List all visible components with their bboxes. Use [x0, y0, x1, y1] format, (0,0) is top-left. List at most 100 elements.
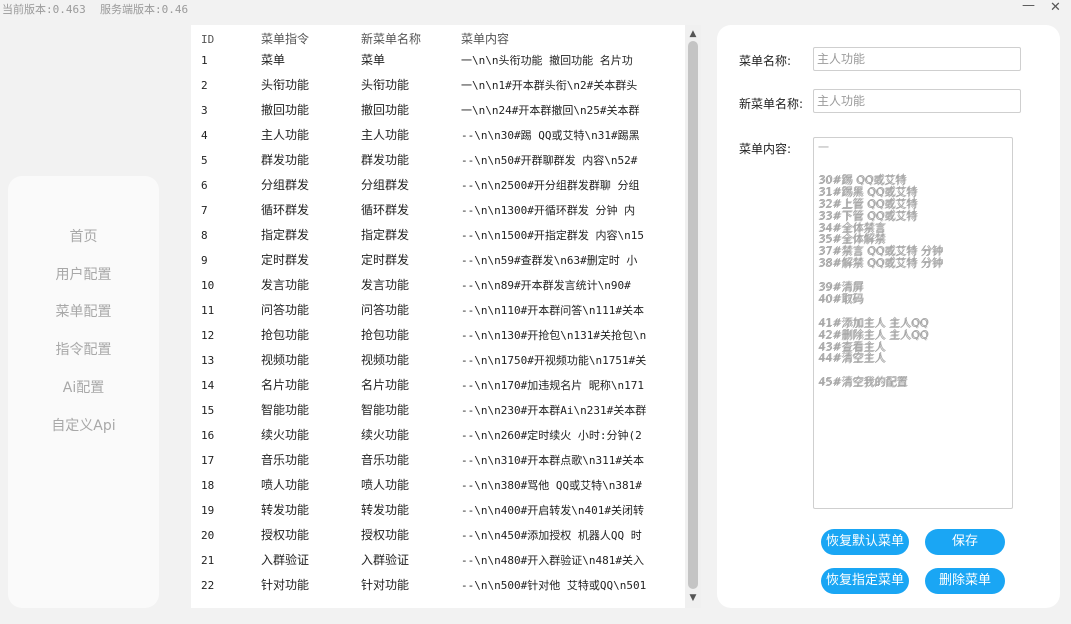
table-row[interactable]: 21 入群验证 入群验证 --\n\n480#开入群验证\n481#关入: [191, 548, 683, 573]
cell-command: 菜单: [261, 53, 286, 67]
cell-command: 群发功能: [261, 153, 310, 167]
table-row[interactable]: 6 分组群发 分组群发 --\n\n2500#开分组群发群聊 分组: [191, 173, 683, 198]
cell-command: 针对功能: [261, 578, 310, 592]
table-row[interactable]: 16 续火功能 续火功能 --\n\n260#定时续火 小时:分钟(2: [191, 423, 683, 448]
cell-id: 16: [201, 429, 215, 442]
table-row[interactable]: 10 发言功能 发言功能 --\n\n89#开本群发言统计\n90#: [191, 273, 683, 298]
client-version: 当前版本:0.463: [2, 3, 86, 16]
cell-new-name: 续火功能: [361, 428, 410, 442]
cell-content: --\n\n50#开群聊群发 内容\n52#: [461, 154, 638, 167]
table-row[interactable]: 13 视频功能 视频功能 --\n\n1750#开视频功能\n1751#关: [191, 348, 683, 373]
cell-id: 4: [201, 129, 208, 142]
cell-id: 13: [201, 354, 215, 367]
cell-command: 转发功能: [261, 503, 310, 517]
cell-content: --\n\n230#开本群Ai\n231#关本群: [461, 404, 647, 417]
cell-new-name: 指定群发: [361, 228, 410, 242]
table-row[interactable]: 1 菜单 菜单 一\n\n头衔功能 撤回功能 名片功: [191, 48, 683, 73]
sidebar-item-menu-config[interactable]: 菜单配置: [8, 297, 159, 327]
save-button[interactable]: 保存: [925, 529, 1005, 555]
table-row[interactable]: 15 智能功能 智能功能 --\n\n230#开本群Ai\n231#关本群: [191, 398, 683, 423]
table-row[interactable]: 12 抢包功能 抢包功能 --\n\n130#开抢包\n131#关抢包\n: [191, 323, 683, 348]
cell-content: --\n\n59#查群发\n63#删定时 小: [461, 254, 638, 267]
cell-id: 5: [201, 154, 208, 167]
sidebar-item-custom-api[interactable]: 自定义Api: [8, 411, 159, 441]
cell-command: 视频功能: [261, 353, 310, 367]
sidebar-item-user-config[interactable]: 用户配置: [8, 260, 159, 290]
restore-default-menu-button[interactable]: 恢复默认菜单: [821, 529, 909, 555]
table-row[interactable]: 22 针对功能 针对功能 --\n\n500#针对他 艾特或QQ\n501: [191, 573, 683, 598]
menu-content-textarea[interactable]: 一 30#踢 QQ或艾特 30#踢 QQ或艾特 31#踢黑 QQ或艾特 31#踢黑 QQ…: [813, 137, 1013, 509]
table-row[interactable]: 8 指定群发 指定群发 --\n\n1500#开指定群发 内容\n15: [191, 223, 683, 248]
cell-id: 7: [201, 204, 208, 217]
cell-id: 21: [201, 554, 215, 567]
cell-command: 智能功能: [261, 403, 310, 417]
cell-new-name: 撤回功能: [361, 103, 410, 117]
cell-command: 分组群发: [261, 178, 310, 192]
cell-content: 一\n\n头衔功能 撤回功能 名片功: [461, 54, 633, 67]
cell-command: 循环群发: [261, 203, 310, 217]
table-row[interactable]: 20 授权功能 授权功能 --\n\n450#添加授权 机器人QQ 时: [191, 523, 683, 548]
close-icon[interactable]: ✕: [1050, 0, 1061, 15]
sidebar-item-home[interactable]: 首页: [8, 222, 159, 252]
cell-content: --\n\n450#添加授权 机器人QQ 时: [461, 529, 642, 542]
sidebar-item-ai-config[interactable]: Ai配置: [8, 373, 159, 403]
cell-new-name: 定时群发: [361, 253, 410, 267]
cell-id: 19: [201, 504, 215, 517]
cell-content: --\n\n1500#开指定群发 内容\n15: [461, 229, 644, 242]
cell-content: --\n\n30#踢 QQ或艾特\n31#踢黑: [461, 129, 640, 142]
cell-content: 一\n\n24#开本群撤回\n25#关本群: [461, 104, 640, 117]
cell-id: 10: [201, 279, 215, 292]
cell-command: 喷人功能: [261, 478, 310, 492]
cell-new-name: 转发功能: [361, 503, 410, 517]
scroll-down-icon[interactable]: ▼: [685, 591, 701, 605]
cell-content: --\n\n110#开本群问答\n111#关本: [461, 304, 644, 317]
cell-content: --\n\n380#骂他 QQ或艾特\n381#: [461, 479, 642, 492]
minimize-icon[interactable]: —: [1022, 0, 1035, 13]
cell-id: 15: [201, 404, 215, 417]
scroll-up-icon[interactable]: ▲: [685, 27, 701, 41]
cell-id: 2: [201, 79, 208, 92]
cell-command: 定时群发: [261, 253, 310, 267]
delete-menu-button[interactable]: 删除菜单: [925, 568, 1005, 594]
menu-name-label: 菜单名称:: [739, 54, 792, 68]
cell-new-name: 视频功能: [361, 353, 410, 367]
cell-command: 名片功能: [261, 378, 310, 392]
cell-new-name: 发言功能: [361, 278, 410, 292]
table-row[interactable]: 5 群发功能 群发功能 --\n\n50#开群聊群发 内容\n52#: [191, 148, 683, 173]
cell-new-name: 智能功能: [361, 403, 410, 417]
cell-new-name: 分组群发: [361, 178, 410, 192]
cell-command: 问答功能: [261, 303, 310, 317]
cell-id: 12: [201, 329, 215, 342]
cell-new-name: 授权功能: [361, 528, 410, 542]
table-row[interactable]: 4 主人功能 主人功能 --\n\n30#踢 QQ或艾特\n31#踢黑: [191, 123, 683, 148]
scroll-thumb[interactable]: [688, 41, 698, 589]
table-row[interactable]: 2 头衔功能 头衔功能 一\n\n1#开本群头衔\n2#关本群头: [191, 73, 683, 98]
table-row[interactable]: 18 喷人功能 喷人功能 --\n\n380#骂他 QQ或艾特\n381#: [191, 473, 683, 498]
table-row[interactable]: 11 问答功能 问答功能 --\n\n110#开本群问答\n111#关本: [191, 298, 683, 323]
cell-new-name: 喷人功能: [361, 478, 410, 492]
cell-command: 撤回功能: [261, 103, 310, 117]
table-row[interactable]: 9 定时群发 定时群发 --\n\n59#查群发\n63#删定时 小: [191, 248, 683, 273]
menu-table: ID 菜单指令 新菜单名称 菜单内容 1 菜单 菜单 一\n\n头衔功能 撤回功能 名…: [191, 25, 701, 608]
cell-id: 3: [201, 104, 208, 117]
restore-specified-menu-button[interactable]: 恢复指定菜单: [821, 568, 909, 594]
cell-new-name: 主人功能: [361, 128, 410, 142]
cell-new-name: 针对功能: [361, 578, 410, 592]
menu-name-input[interactable]: 主人功能: [813, 47, 1021, 71]
cell-content: 一\n\n1#开本群头衔\n2#关本群头: [461, 79, 638, 92]
table-row[interactable]: 7 循环群发 循环群发 --\n\n1300#开循环群发 分钟 内: [191, 198, 683, 223]
table-scrollbar[interactable]: ▲ ▼: [685, 25, 701, 608]
table-row[interactable]: 19 转发功能 转发功能 --\n\n400#开启转发\n401#关闭转: [191, 498, 683, 523]
sidebar-nav: 首页 用户配置 菜单配置 指令配置 Ai配置 自定义Api: [8, 176, 159, 608]
cell-new-name: 抢包功能: [361, 328, 410, 342]
new-menu-name-input[interactable]: 主人功能: [813, 89, 1021, 113]
table-row[interactable]: 14 名片功能 名片功能 --\n\n170#加违规名片 昵称\n171: [191, 373, 683, 398]
cell-id: 6: [201, 179, 208, 192]
cell-new-name: 循环群发: [361, 203, 410, 217]
sidebar-item-command-config[interactable]: 指令配置: [8, 335, 159, 365]
menu-edit-panel: 菜单名称: 主人功能 新菜单名称: 主人功能 菜单内容: 一 30#踢 QQ或艾特…: [717, 25, 1060, 608]
table-row[interactable]: 17 音乐功能 音乐功能 --\n\n310#开本群点歌\n311#关本: [191, 448, 683, 473]
new-menu-name-label: 新菜单名称:: [739, 97, 804, 111]
table-row[interactable]: 3 撤回功能 撤回功能 一\n\n24#开本群撤回\n25#关本群: [191, 98, 683, 123]
cell-id: 22: [201, 579, 215, 592]
